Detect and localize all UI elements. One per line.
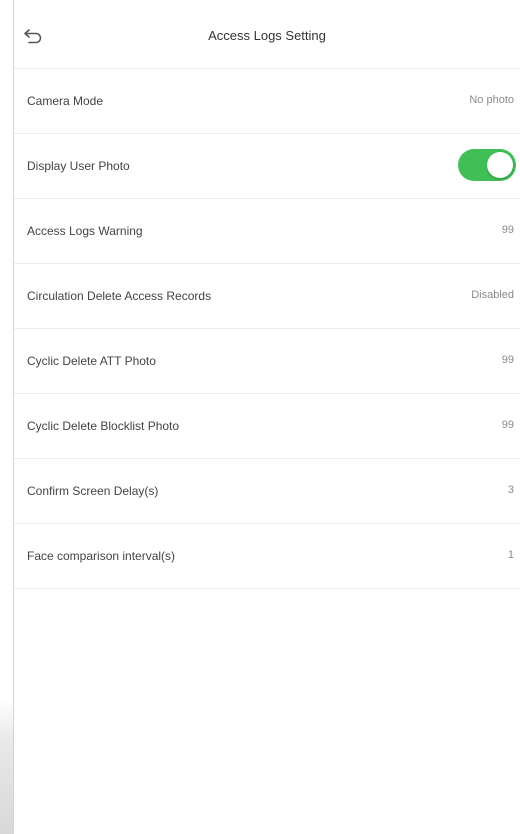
setting-row-cyclic-delete-att-photo[interactable]: Cyclic Delete ATT Photo 99 [14, 329, 520, 394]
device-bezel [0, 0, 14, 834]
setting-label: Face comparison interval(s) [27, 549, 176, 563]
setting-label: Cyclic Delete Blocklist Photo [27, 419, 180, 433]
setting-value: 99 [501, 419, 514, 431]
page-title: Access Logs Setting [208, 28, 326, 43]
setting-value: 1 [507, 549, 514, 561]
header-bar: Access Logs Setting [14, 0, 520, 69]
setting-row-confirm-screen-delay[interactable]: Confirm Screen Delay(s) 3 [14, 459, 520, 524]
setting-row-access-logs-warning[interactable]: Access Logs Warning 99 [14, 199, 520, 264]
setting-label: Confirm Screen Delay(s) [27, 484, 159, 498]
setting-value: 99 [501, 224, 514, 236]
device-frame: Access Logs Setting Camera Mode No photo… [0, 0, 520, 834]
settings-list: Camera Mode No photo Display User Photo … [14, 69, 520, 589]
display-user-photo-toggle[interactable] [458, 149, 516, 181]
setting-row-face-comparison-interval[interactable]: Face comparison interval(s) 1 [14, 524, 520, 589]
settings-screen: Access Logs Setting Camera Mode No photo… [14, 0, 520, 834]
setting-value: 3 [507, 484, 514, 496]
setting-label: Access Logs Warning [27, 224, 143, 238]
bezel-shadow [0, 700, 13, 834]
setting-row-cyclic-delete-blocklist-photo[interactable]: Cyclic Delete Blocklist Photo 99 [14, 394, 520, 459]
setting-label: Display User Photo [27, 159, 130, 173]
setting-value: No photo [469, 94, 514, 106]
setting-row-circulation-delete-access-records[interactable]: Circulation Delete Access Records Disabl… [14, 264, 520, 329]
setting-label: Camera Mode [27, 94, 104, 108]
setting-label: Circulation Delete Access Records [27, 289, 212, 303]
setting-row-display-user-photo[interactable]: Display User Photo [14, 134, 520, 199]
setting-value: Disabled [471, 289, 514, 301]
setting-label: Cyclic Delete ATT Photo [27, 354, 156, 368]
setting-row-camera-mode[interactable]: Camera Mode No photo [14, 69, 520, 134]
setting-value: 99 [501, 354, 514, 366]
toggle-knob [487, 152, 513, 178]
